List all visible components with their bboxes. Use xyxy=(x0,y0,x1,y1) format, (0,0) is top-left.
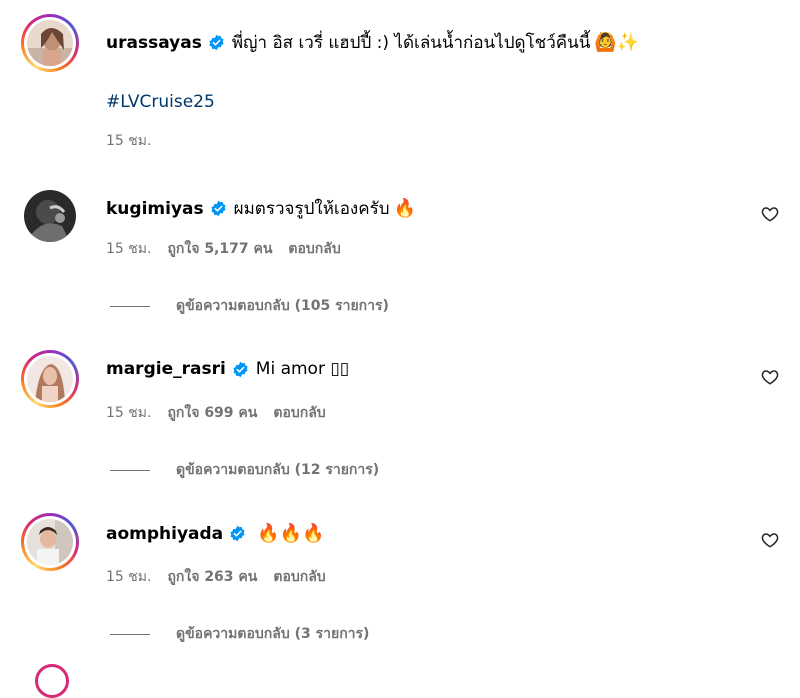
view-replies-label: ดูข้อความตอบกลับ (105 รายการ) xyxy=(176,298,389,314)
timestamp[interactable]: 15 ชม. xyxy=(106,130,151,152)
comment-line: margie_rasri Mi amor ▯▯ xyxy=(106,359,349,379)
reply-button[interactable]: ตอบกลับ xyxy=(273,402,325,424)
reply-button[interactable]: ตอบกลับ xyxy=(288,238,340,260)
comment-text: ผมตรวจรูปให้เองครับ xyxy=(233,199,390,219)
heart-icon[interactable] xyxy=(761,531,779,549)
avatar[interactable] xyxy=(24,190,76,242)
caption-line: urassayas พี่ญ่า อิส เวรี่ แฮปปี้ :) ได้… xyxy=(106,29,639,56)
username[interactable]: urassayas xyxy=(106,33,202,53)
avatar-image xyxy=(27,519,73,565)
comment-line: kugimiyas ผมตรวจรูปให้เองครับ 🔥 xyxy=(106,195,416,222)
verified-badge-icon xyxy=(208,34,225,51)
timestamp[interactable]: 15 ชม. xyxy=(106,402,151,424)
view-replies-button[interactable]: ดูข้อความตอบกลับ (3 รายการ) xyxy=(110,623,369,645)
verified-badge-icon xyxy=(232,361,249,378)
comment-emoji: 🔥🔥🔥 xyxy=(257,523,325,544)
heart-icon[interactable] xyxy=(761,368,779,386)
view-replies-label: ดูข้อความตอบกลับ (12 รายการ) xyxy=(176,462,380,478)
hashtag-link[interactable]: #LVCruise25 xyxy=(106,92,215,112)
avatar-image xyxy=(24,190,76,242)
reply-button[interactable]: ตอบกลับ xyxy=(273,566,325,588)
username[interactable]: margie_rasri xyxy=(106,359,226,379)
caption-text: พี่ญ่า อิส เวรี่ แฮปปี้ :) ได้เล่นน้ำก่อ… xyxy=(231,33,591,53)
avatar-image xyxy=(27,20,73,66)
verified-badge-icon xyxy=(229,525,246,542)
comment-text: Mi amor ▯▯ xyxy=(255,359,350,379)
avatar[interactable] xyxy=(21,14,79,72)
username[interactable]: aomphiyada xyxy=(106,524,223,544)
avatar-image xyxy=(27,356,73,402)
comment-meta: 15 ชม. ถูกใจ 263 คน ตอบกลับ xyxy=(106,566,326,588)
avatar[interactable] xyxy=(35,664,69,698)
divider-line xyxy=(110,305,150,307)
verified-badge-icon xyxy=(210,200,227,217)
timestamp[interactable]: 15 ชม. xyxy=(106,238,151,260)
view-replies-button[interactable]: ดูข้อความตอบกลับ (105 รายการ) xyxy=(110,295,389,317)
view-replies-label: ดูข้อความตอบกลับ (3 รายการ) xyxy=(176,626,370,642)
divider-line xyxy=(110,469,150,471)
timestamp[interactable]: 15 ชม. xyxy=(106,566,151,588)
likes-count[interactable]: ถูกใจ 263 คน xyxy=(167,566,257,588)
username[interactable]: kugimiyas xyxy=(106,199,204,219)
comment-meta: 15 ชม. ถูกใจ 5,177 คน ตอบกลับ xyxy=(106,238,341,260)
view-replies-button[interactable]: ดูข้อความตอบกลับ (12 รายการ) xyxy=(110,459,379,481)
comment-emoji: 🔥 xyxy=(393,198,416,219)
avatar[interactable] xyxy=(21,350,79,408)
likes-count[interactable]: ถูกใจ 699 คน xyxy=(167,402,257,424)
divider-line xyxy=(110,633,150,635)
comment-line: aomphiyada 🔥🔥🔥 xyxy=(106,523,324,544)
likes-count[interactable]: ถูกใจ 5,177 คน xyxy=(167,238,272,260)
caption-emoji: 🙆✨ xyxy=(594,32,640,53)
comment-meta: 15 ชม. ถูกใจ 699 คน ตอบกลับ xyxy=(106,402,326,424)
heart-icon[interactable] xyxy=(761,205,779,223)
caption-meta: 15 ชม. xyxy=(106,130,151,152)
avatar[interactable] xyxy=(21,513,79,571)
